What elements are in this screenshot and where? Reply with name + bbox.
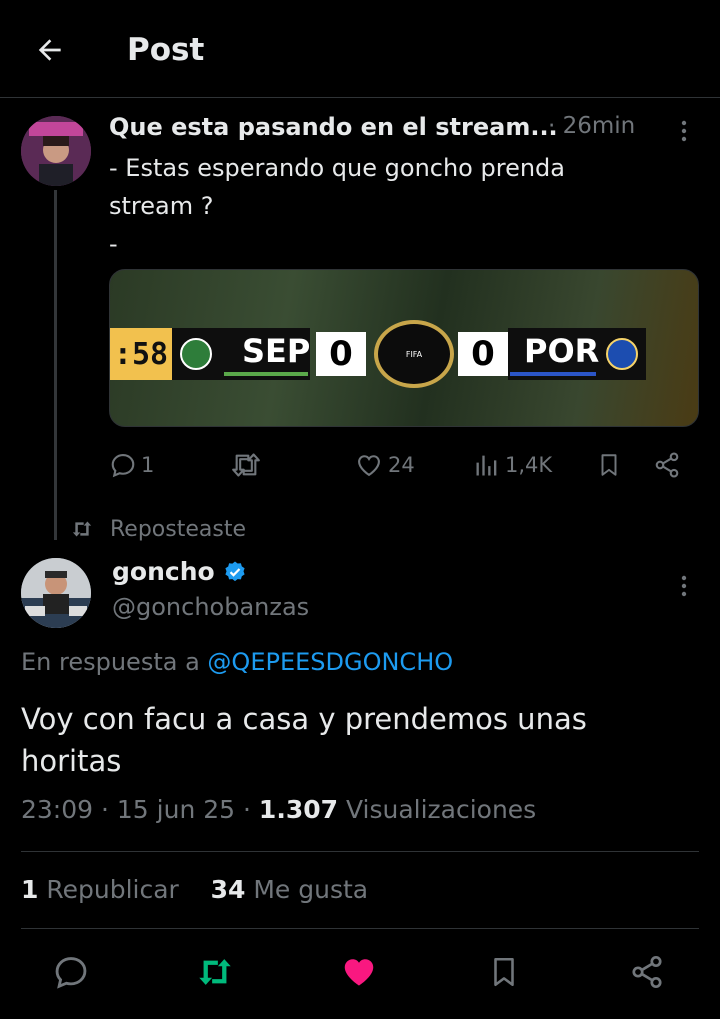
- like-button[interactable]: 24: [354, 445, 415, 485]
- main-avatar[interactable]: [21, 558, 91, 628]
- repost-icon: [232, 453, 260, 477]
- repost-notice-text: Reposteaste: [110, 516, 246, 542]
- views-label: Visualizaciones: [345, 795, 537, 824]
- likes-label: Me gusta: [253, 875, 369, 904]
- thread-line: [54, 190, 57, 540]
- views-button[interactable]: 1,4K: [473, 445, 552, 485]
- share-icon: [632, 955, 662, 989]
- more-options-icon[interactable]: [672, 118, 696, 144]
- away-score: 0: [458, 332, 508, 376]
- repost-icon: [199, 959, 231, 985]
- home-bar: [224, 372, 308, 376]
- reply-count: 1: [141, 453, 155, 477]
- reply-mention-link[interactable]: @QEPEESDGONCHO: [207, 648, 453, 676]
- main-author-handle[interactable]: @gonchobanzas: [112, 593, 309, 621]
- reposts-stat[interactable]: 1 Republicar: [21, 875, 179, 904]
- likes-stat[interactable]: 34 Me gusta: [211, 875, 369, 904]
- main-author[interactable]: goncho: [112, 557, 247, 586]
- top-bar: Post: [0, 0, 720, 98]
- reply-icon: [55, 957, 87, 989]
- reply-prefix: En respuesta a: [21, 648, 200, 676]
- page-title: Post: [127, 32, 205, 68]
- meta-separator: ·: [101, 795, 109, 824]
- parent-post-text: - Estas esperando que goncho prenda stre…: [109, 154, 565, 258]
- bookmark-button[interactable]: [484, 952, 524, 992]
- views-count: 1,4K: [505, 453, 553, 477]
- home-team-panel: SEP: [172, 328, 310, 380]
- away-crest-icon: [606, 338, 638, 370]
- share-button[interactable]: [653, 445, 681, 485]
- views-chart-icon: [476, 455, 497, 476]
- back-arrow-icon[interactable]: [30, 30, 70, 70]
- repost-notice: Reposteaste: [70, 513, 246, 545]
- parent-avatar[interactable]: [21, 116, 91, 186]
- like-count: 24: [388, 453, 415, 477]
- meta-separator: ·: [243, 795, 251, 824]
- away-team-abbr: POR: [524, 332, 600, 370]
- verified-badge-icon: [225, 561, 245, 581]
- reposts-total: 1: [21, 875, 39, 904]
- home-team-abbr: SEP: [242, 332, 311, 370]
- views-total: 1.307: [258, 795, 338, 824]
- share-button[interactable]: [627, 952, 667, 992]
- repost-button[interactable]: [229, 445, 267, 485]
- bookmark-button[interactable]: [596, 445, 622, 485]
- match-clock: :58: [110, 328, 172, 380]
- parent-action-bar: 1 24 1,4K: [109, 445, 699, 485]
- divider: [21, 851, 699, 852]
- reply-button[interactable]: 1: [109, 445, 154, 485]
- more-options-icon[interactable]: [672, 573, 696, 599]
- bookmark-icon: [494, 957, 514, 987]
- reply-button[interactable]: [51, 952, 91, 992]
- engagement-stats: 1 Republicar 34 Me gusta: [21, 875, 368, 904]
- bookmark-icon: [601, 454, 617, 476]
- post-media-image[interactable]: :58 SEP 0 FIFA 0 POR: [109, 269, 699, 427]
- reposts-label: Republicar: [46, 875, 179, 904]
- fifa-logo: FIFA: [374, 320, 454, 388]
- post-date[interactable]: 15 jun 25: [117, 795, 235, 824]
- reply-context: En respuesta a @QEPEESDGONCHO: [21, 648, 453, 676]
- main-author-name: goncho: [112, 557, 215, 586]
- repost-small-icon: [72, 521, 92, 537]
- main-action-bar: [0, 948, 720, 996]
- like-button-active[interactable]: [339, 952, 379, 992]
- divider: [21, 928, 699, 929]
- likes-total: 34: [210, 875, 246, 904]
- away-team-panel: POR: [508, 328, 646, 380]
- parent-post-time[interactable]: · 26min: [548, 113, 635, 139]
- heart-icon: [358, 455, 380, 477]
- reply-icon: [111, 454, 135, 478]
- repost-button-active[interactable]: [195, 952, 235, 992]
- scoreboard: :58 SEP 0 FIFA 0 POR: [110, 320, 650, 388]
- parent-author-name[interactable]: Que esta pasando en el stream...: [109, 113, 558, 141]
- post-meta: 23:09 · 15 jun 25 · 1.307 Visualizacione…: [21, 795, 536, 824]
- share-icon: [655, 452, 679, 478]
- home-crest-icon: [180, 338, 212, 370]
- home-score: 0: [316, 332, 366, 376]
- away-bar: [510, 372, 596, 376]
- post-time[interactable]: 23:09: [21, 795, 93, 824]
- heart-filled-icon: [344, 959, 374, 986]
- main-post-text: Voy con facu a casa y prendemos unas hor…: [21, 702, 587, 778]
